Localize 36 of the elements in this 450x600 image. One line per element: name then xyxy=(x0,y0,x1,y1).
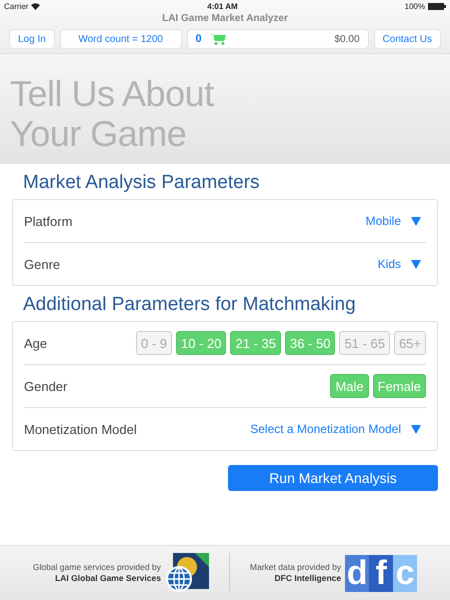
battery-icon xyxy=(428,3,446,10)
caret-icon xyxy=(411,216,421,226)
dropdown-select[interactable]: Select a Monetization Model xyxy=(245,422,426,436)
cart-total: $0.00 xyxy=(334,34,360,44)
row-label: Age xyxy=(24,336,48,350)
cart-count: 0 xyxy=(196,33,202,45)
clock-time: 4:01 AM xyxy=(206,2,239,11)
carrier-label: Carrier xyxy=(4,2,28,11)
caret-icon xyxy=(411,260,421,268)
credit-text: Market data provided by xyxy=(250,562,342,573)
section-heading: Additional Parameters for Matchmaking xyxy=(22,293,357,317)
globe-gear-logo xyxy=(164,553,209,593)
credit-text: Global game services provided by xyxy=(32,562,161,573)
company-name: LAI Global Game Services xyxy=(54,573,161,584)
dropdown-select[interactable]: Kids xyxy=(372,257,426,271)
dropdown-select[interactable]: Mobile xyxy=(360,214,426,228)
row-label: Gender xyxy=(24,378,68,394)
app-title: LAI Game Market Analyzer xyxy=(161,13,289,26)
toggle-option[interactable]: 51 - 65 xyxy=(339,331,390,355)
contact-button[interactable]: Contact Us xyxy=(374,29,441,49)
caret-icon xyxy=(411,424,421,434)
company-name: DFC Intelligence xyxy=(274,573,342,584)
cart-panel[interactable]: 0 $0.00 xyxy=(186,29,369,49)
run-analysis-button[interactable]: Run Market Analysis xyxy=(228,465,438,491)
section-heading: Market Analysis Parameters xyxy=(22,171,261,195)
toggle-option[interactable]: 0 - 9 xyxy=(136,331,172,355)
wifi-icon xyxy=(31,3,40,10)
battery-label: 100% xyxy=(404,2,425,11)
toggle-option[interactable]: 65+ xyxy=(394,331,426,355)
login-button[interactable]: Log In xyxy=(9,29,55,49)
dfc-logo: d f c xyxy=(345,554,418,592)
word-count-button[interactable]: Word count = 1200 xyxy=(60,29,182,49)
row-label: Genre xyxy=(24,256,60,272)
row-label: Monetization Model xyxy=(24,422,137,436)
cart-icon xyxy=(210,33,226,45)
row-label: Platform xyxy=(24,214,72,228)
